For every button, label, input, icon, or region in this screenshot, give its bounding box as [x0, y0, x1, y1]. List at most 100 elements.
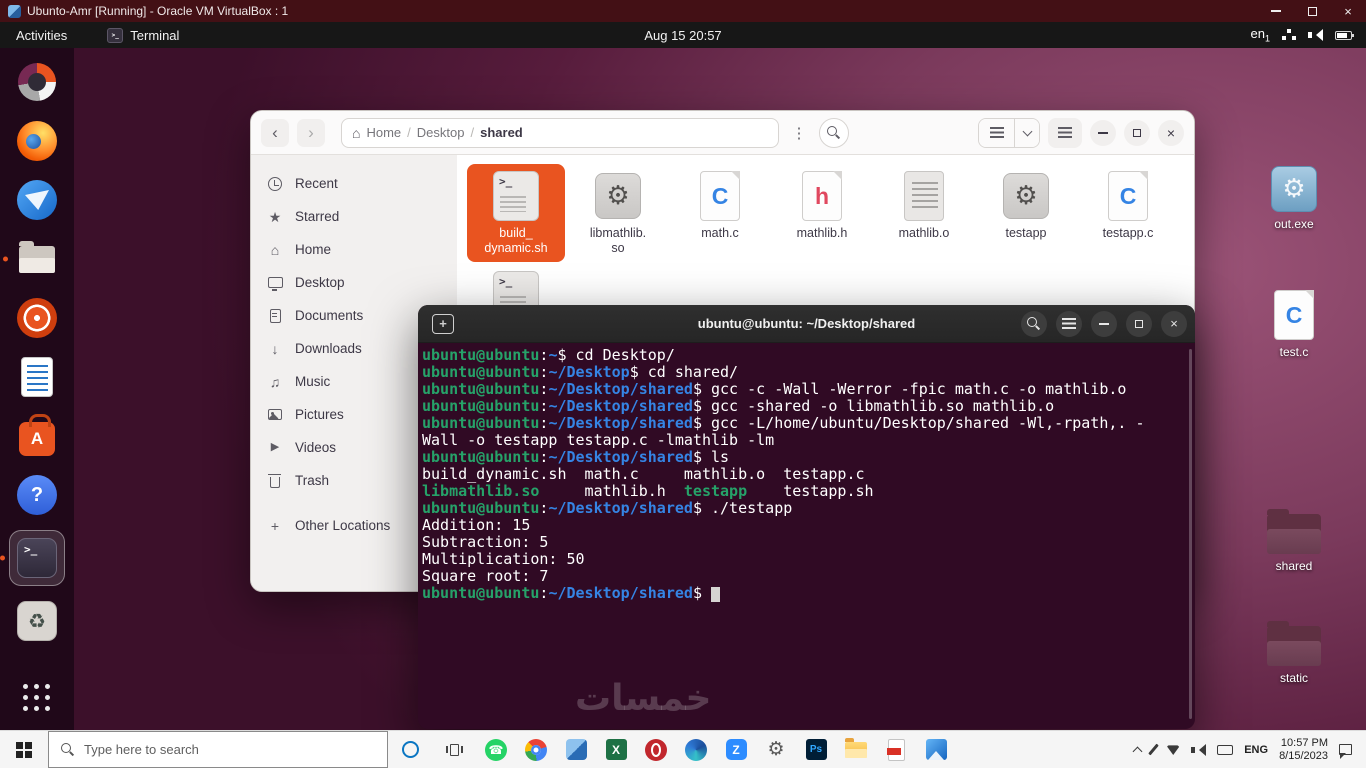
file-item-build-dynamic-sh[interactable]: >_ build_ dynamic.sh — [467, 164, 565, 262]
files-close-button[interactable]: × — [1158, 119, 1184, 146]
dock-item-app-grid[interactable] — [13, 674, 61, 722]
files-minimize-button[interactable] — [1090, 119, 1116, 146]
taskbar-app-file-explorer[interactable] — [836, 731, 876, 768]
file-item-mathlib-o[interactable]: mathlib.o — [875, 164, 973, 262]
vbox-maximize-button[interactable] — [1294, 0, 1330, 22]
volume-icon[interactable] — [1191, 743, 1207, 756]
sidebar-item-starred[interactable]: ★ Starred — [251, 200, 457, 233]
software-updater-icon — [18, 63, 56, 101]
dock-item-files[interactable] — [13, 235, 61, 283]
terminal-line: ubuntu@ubuntu:~/Desktop/shared$ — [422, 585, 1185, 602]
task-view-button[interactable] — [432, 731, 476, 768]
forward-button[interactable]: › — [297, 118, 325, 147]
terminal-line: ubuntu@ubuntu:~/Desktop/shared$ gcc -L/h… — [422, 414, 1145, 432]
files-menu-button[interactable] — [1048, 117, 1082, 148]
sidebar-label: Recent — [295, 176, 338, 191]
terminal-search-button[interactable] — [1021, 310, 1047, 337]
new-tab-button[interactable]: + — [432, 313, 454, 334]
terminal-headerbar[interactable]: + ubuntu@ubuntu: ~/Desktop/shared × — [418, 305, 1195, 343]
desktop-icon-test-c[interactable]: C test.c — [1251, 290, 1337, 359]
start-button[interactable] — [0, 731, 48, 768]
view-options-dropdown[interactable] — [1015, 118, 1039, 147]
sidebar-item-recent[interactable]: Recent — [251, 167, 457, 200]
maximize-icon — [1133, 128, 1141, 137]
sidebar-item-home[interactable]: ⌂ Home — [251, 233, 457, 266]
watermark-text: خمسات — [575, 678, 712, 719]
virtualbox-icon — [565, 739, 587, 760]
dock-item-firefox[interactable] — [13, 117, 61, 165]
desktop-icon-shared-folder[interactable]: shared — [1251, 509, 1337, 573]
virtualbox-guest-screen: Ubunto-Amr [Running] - Oracle VM Virtual… — [0, 0, 1366, 768]
dock-item-trash[interactable]: ♻ — [13, 597, 61, 645]
show-hidden-icons-chevron[interactable] — [1132, 746, 1143, 756]
taskbar-search-box[interactable] — [48, 731, 388, 768]
dock-item-libreoffice-writer[interactable] — [13, 353, 61, 401]
taskbar-app-pdf[interactable] — [876, 731, 916, 768]
sidebar-label: Other Locations — [295, 518, 391, 533]
keyboard-layout-indicator[interactable]: en1 — [1251, 26, 1270, 44]
activities-button[interactable]: Activities — [0, 22, 83, 48]
taskbar-app-zoom[interactable]: Z — [716, 731, 756, 768]
ubuntu-desktop: A ? >_ ♻ ⚙ out.exe C test.c shared stati… — [0, 48, 1366, 730]
dock-item-ubuntu-software[interactable]: A — [13, 412, 61, 460]
taskbar-clock[interactable]: 10:57 PM 8/15/2023 — [1279, 737, 1328, 763]
file-item-testapp-c[interactable]: C testapp.c — [1079, 164, 1177, 262]
chrome-icon — [525, 738, 547, 761]
terminal-scrollbar[interactable] — [1189, 349, 1192, 719]
sidebar-item-desktop[interactable]: Desktop — [251, 266, 457, 299]
topbar-clock[interactable]: Aug 15 20:57 — [644, 28, 721, 43]
terminal-maximize-button[interactable] — [1126, 310, 1152, 337]
windows-ink-pen-icon[interactable] — [1148, 743, 1160, 756]
desktop-icon-out-exe[interactable]: ⚙ out.exe — [1251, 166, 1337, 231]
file-label: testapp.c — [1102, 226, 1154, 240]
list-view-button[interactable] — [979, 118, 1015, 147]
cortana-button[interactable] — [388, 731, 432, 768]
taskbar-app-photos[interactable] — [916, 731, 956, 768]
desktop-icon-static-folder[interactable]: static — [1251, 621, 1337, 685]
taskbar-app-photoshop[interactable]: Ps — [796, 731, 836, 768]
files-maximize-button[interactable] — [1124, 119, 1150, 146]
file-item-testapp[interactable]: ⚙ testapp — [977, 164, 1075, 262]
search-input[interactable] — [84, 742, 354, 757]
file-item-libmathlib-so[interactable]: ⚙ libmathlib. so — [569, 164, 667, 262]
terminal-menu-button[interactable] — [1056, 310, 1082, 337]
terminal-icon: >_ — [17, 538, 57, 578]
dock-item-help[interactable]: ? — [13, 471, 61, 519]
search-icon — [1027, 316, 1041, 331]
dock-item-terminal[interactable]: >_ — [9, 530, 65, 586]
taskbar-app-settings[interactable]: ⚙ — [756, 731, 796, 768]
terminal-output[interactable]: ubuntu@ubuntu:~$ cd Desktop/ ubuntu@ubun… — [418, 343, 1195, 729]
taskbar-app-opera[interactable] — [636, 731, 676, 768]
language-indicator[interactable]: ENG — [1244, 744, 1268, 756]
taskbar-app-virtualbox[interactable] — [556, 731, 596, 768]
c-source-file-icon: C — [1274, 290, 1314, 340]
network-wifi-icon[interactable] — [1166, 745, 1181, 755]
breadcrumb-current[interactable]: shared — [480, 125, 523, 140]
taskbar-app-edge[interactable] — [676, 731, 716, 768]
dock-item-software-updater[interactable] — [13, 58, 61, 106]
terminal-minimize-button[interactable] — [1091, 310, 1117, 337]
windows-logo-icon — [16, 741, 32, 758]
vbox-minimize-button[interactable] — [1258, 0, 1294, 22]
topbar-status-area[interactable]: en1 — [1251, 26, 1366, 44]
dock-item-thunderbird[interactable] — [13, 176, 61, 224]
taskbar-app-whatsapp[interactable]: ☎ — [476, 731, 516, 768]
breadcrumb-home[interactable]: Home — [366, 125, 401, 140]
touch-keyboard-icon[interactable] — [1217, 744, 1234, 755]
taskbar-app-chrome[interactable] — [516, 731, 556, 768]
file-item-math-c[interactable]: C math.c — [671, 164, 769, 262]
action-center-icon[interactable] — [1339, 744, 1352, 759]
file-item-mathlib-h[interactable]: h mathlib.h — [773, 164, 871, 262]
breadcrumb[interactable]: ⌂ Home / Desktop / shared — [341, 117, 779, 148]
focused-app-menu[interactable]: >_ Terminal — [107, 27, 179, 43]
dock-item-rhythmbox[interactable] — [13, 294, 61, 342]
path-options-button[interactable]: ⋮ — [787, 119, 811, 147]
videos-icon: ▶ — [270, 441, 280, 453]
search-button[interactable] — [819, 117, 849, 148]
breadcrumb-desktop[interactable]: Desktop — [417, 125, 465, 140]
terminal-line: build_dynamic.sh math.c mathlib.o testap… — [422, 465, 865, 483]
taskbar-app-excel[interactable]: X — [596, 731, 636, 768]
vbox-close-button[interactable]: × — [1330, 0, 1366, 22]
back-button[interactable]: ‹ — [261, 118, 289, 147]
terminal-close-button[interactable]: × — [1161, 310, 1187, 337]
